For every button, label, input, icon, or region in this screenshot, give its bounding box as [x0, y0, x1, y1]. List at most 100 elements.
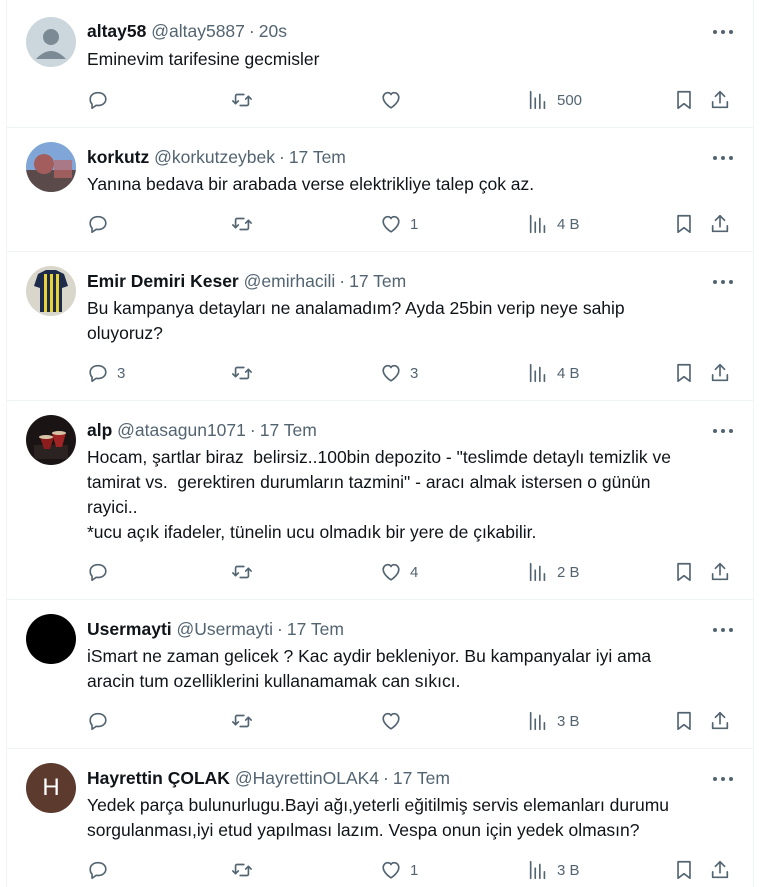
user-handle[interactable]: @altay5887 [151, 21, 245, 41]
views-button[interactable]: 500 [527, 88, 582, 112]
like-button[interactable] [380, 709, 410, 733]
timestamp[interactable]: 20s [259, 21, 287, 41]
heart-icon [382, 563, 400, 581]
reply-button[interactable]: 3 [87, 361, 125, 385]
separator-dot: · [278, 147, 285, 167]
more-options-icon[interactable] [711, 22, 735, 42]
avatar[interactable] [26, 415, 76, 465]
tweet-header: altay58 @altay5887 · 20s [87, 19, 287, 43]
reply-icon [89, 563, 107, 582]
timestamp[interactable]: 17 Tem [260, 420, 317, 440]
reply-icon [89, 364, 107, 383]
retweet-icon [232, 366, 252, 380]
user-handle[interactable]: @atasagun1071 [117, 420, 246, 440]
bookmark-button[interactable] [673, 858, 695, 882]
views-button[interactable]: 3 B [527, 709, 580, 733]
reply-button[interactable] [87, 212, 117, 236]
bookmark-button[interactable] [673, 560, 695, 584]
avatar[interactable] [26, 614, 76, 664]
views-button[interactable]: 3 B [527, 858, 580, 882]
avatar[interactable] [26, 142, 76, 192]
retweet-icon [232, 565, 252, 579]
more-options-icon[interactable] [711, 620, 735, 640]
like-button[interactable]: 4 [380, 560, 418, 584]
tweet[interactable]: Usermayti @Usermayti · 17 Tem iSmart ne za… [7, 600, 753, 749]
bookmark-button[interactable] [673, 361, 695, 385]
share-button[interactable] [709, 858, 731, 882]
bookmark-icon [677, 90, 691, 110]
reply-button[interactable] [87, 709, 117, 733]
tweet-text: Eminevim tarifesine gecmisler [87, 49, 320, 69]
timestamp[interactable]: 17 Tem [349, 271, 406, 291]
like-button[interactable]: 3 [380, 361, 418, 385]
retweet-button[interactable] [231, 212, 261, 236]
avatar[interactable]: H [26, 763, 76, 813]
retweet-button[interactable] [231, 709, 261, 733]
views-button[interactable]: 4 B [527, 361, 580, 385]
tweet[interactable]: Emir Demiri Keser @emirhacili · 17 Tem Bu … [7, 252, 753, 401]
retweet-button[interactable] [231, 858, 261, 882]
more-options-icon[interactable] [711, 272, 735, 292]
avatar[interactable] [26, 266, 76, 316]
user-handle[interactable]: @Usermayti [177, 619, 274, 639]
tweet[interactable]: H Hayrettin ÇOLAK @HayrettinOLAK4 · 17 Tem… [7, 749, 753, 887]
retweet-button[interactable] [231, 88, 261, 112]
bookmark-button[interactable] [673, 212, 695, 236]
share-button[interactable] [709, 212, 731, 236]
like-button[interactable]: 1 [380, 858, 418, 882]
reply-feed: altay58 @altay5887 · 20s Eminevim tarifesi… [6, 0, 754, 887]
bookmark-button[interactable] [673, 709, 695, 733]
share-button[interactable] [709, 560, 731, 584]
user-handle[interactable]: @emirhacili [244, 271, 336, 291]
more-options-icon[interactable] [711, 769, 735, 789]
share-icon [711, 562, 729, 581]
display-name[interactable]: Emir Demiri Keser [87, 271, 239, 291]
display-name[interactable]: altay58 [87, 21, 146, 41]
user-handle[interactable]: @korkutzeybek [154, 147, 275, 167]
more-options-icon[interactable] [711, 148, 735, 168]
bookmark-button[interactable] [673, 88, 695, 112]
view-count: 2 B [557, 563, 580, 581]
avatar[interactable] [26, 17, 76, 67]
reply-icon [89, 91, 107, 110]
views-chart-icon [529, 562, 546, 582]
view-count: 4 B [557, 364, 580, 382]
tweet[interactable]: alp @atasagun1071 · 17 Tem Hocam, şartlar … [7, 401, 753, 600]
bookmark-icon [677, 562, 691, 582]
share-button[interactable] [709, 709, 731, 733]
reply-button[interactable] [87, 88, 117, 112]
like-count: 1 [410, 215, 419, 233]
tweet-actions: 1 3 B [87, 858, 747, 882]
views-button[interactable]: 2 B [527, 560, 580, 584]
reply-button[interactable] [87, 858, 117, 882]
tweet-text: Yanına bedava bir arabada verse elektrik… [87, 174, 535, 194]
share-button[interactable] [709, 88, 731, 112]
share-button[interactable] [709, 361, 731, 385]
timestamp[interactable]: 17 Tem [393, 768, 450, 788]
display-name[interactable]: korkutz [87, 147, 149, 167]
views-chart-icon [529, 363, 546, 383]
views-button[interactable]: 4 B [527, 212, 580, 236]
display-name[interactable]: alp [87, 420, 112, 440]
reply-icon [89, 712, 107, 731]
retweet-button[interactable] [231, 560, 261, 584]
user-handle[interactable]: @HayrettinOLAK4 [235, 768, 379, 788]
timestamp[interactable]: 17 Tem [287, 619, 344, 639]
reply-icon [89, 215, 107, 234]
tweet[interactable]: korkutz @korkutzeybek · 17 Tem Yanına beda… [7, 128, 753, 252]
display-name[interactable]: Hayrettin ÇOLAK [87, 768, 230, 788]
like-button[interactable]: 1 [380, 212, 418, 236]
view-count: 3 B [557, 861, 580, 879]
more-options-icon[interactable] [711, 421, 735, 441]
views-chart-icon [529, 711, 546, 731]
retweet-button[interactable] [231, 361, 261, 385]
tweet-actions: 3 B [87, 709, 747, 733]
like-count: 4 [410, 563, 419, 581]
avatar-letter: H [42, 774, 60, 801]
timestamp[interactable]: 17 Tem [289, 147, 346, 167]
like-button[interactable] [380, 88, 410, 112]
share-icon [711, 860, 729, 879]
reply-button[interactable] [87, 560, 117, 584]
display-name[interactable]: Usermayti [87, 619, 172, 639]
tweet[interactable]: altay58 @altay5887 · 20s Eminevim tarifesi… [7, 0, 753, 128]
